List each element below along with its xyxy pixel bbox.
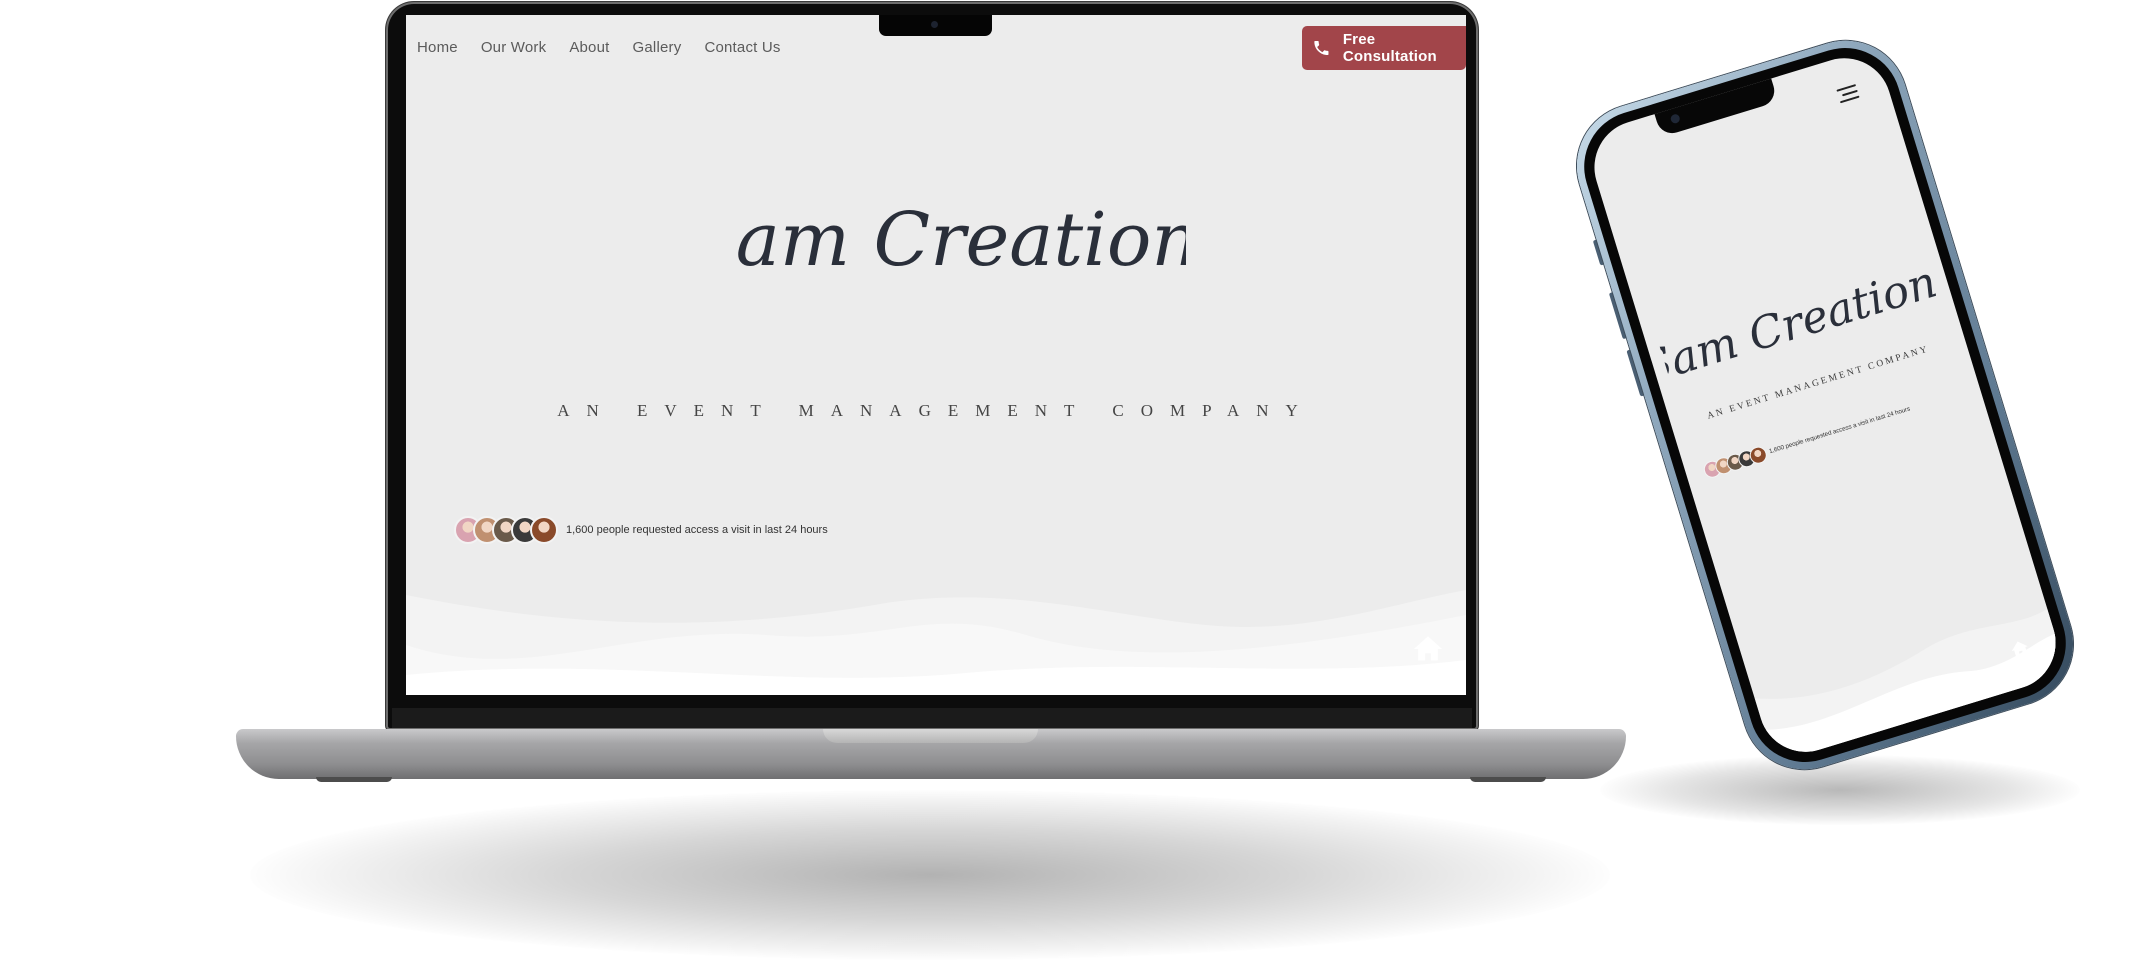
nav-item-home[interactable]: Home	[417, 39, 458, 56]
laptop-base-lip	[823, 729, 1038, 743]
main-nav: Home Our Work About Gallery Contact Us	[417, 39, 781, 56]
wave-decoration	[406, 590, 1466, 695]
avatar-stack	[454, 516, 558, 544]
nav-item-about[interactable]: About	[569, 39, 609, 56]
phone-brand-title: Sam Creations	[1653, 250, 1945, 395]
laptop-foot	[1470, 777, 1546, 782]
brand-title: Sam Creations	[736, 197, 1186, 283]
phone-avatar-stack	[1701, 444, 1769, 480]
nav-item-our-work[interactable]: Our Work	[481, 39, 547, 56]
phone-icon	[1314, 40, 1329, 56]
phone-floor-shadow	[1600, 755, 2080, 825]
laptop-foot	[316, 777, 392, 782]
laptop-chin	[392, 708, 1472, 728]
nav-item-gallery[interactable]: Gallery	[633, 39, 682, 56]
nav-item-contact-us[interactable]: Contact Us	[704, 39, 780, 56]
phone-mockup: Sam Creations AN EVENT MANAGEMENT COMPAN…	[1561, 25, 2089, 785]
free-consultation-button[interactable]: Free Consultation	[1302, 26, 1466, 70]
social-proof-text: 1,600 people requested access a visit in…	[566, 524, 828, 536]
phone-brand-script-logo: Sam Creations	[1653, 250, 1945, 395]
free-consultation-label: Free Consultation	[1342, 31, 1437, 65]
laptop-camera-notch	[879, 15, 992, 36]
social-proof: 1,600 people requested access a visit in…	[454, 516, 828, 544]
tagline: AN EVENT MANAGEMENT COMPANY	[557, 401, 1315, 420]
laptop-screen: Home Our Work About Gallery Contact Us F…	[406, 15, 1466, 695]
laptop-floor-shadow	[250, 790, 1610, 960]
hamburger-menu-icon[interactable]	[1836, 84, 1860, 104]
home-icon[interactable]	[1411, 632, 1445, 666]
phone-social-proof-text: 1,600 people requested access a visit in…	[1768, 405, 1912, 456]
avatar	[530, 516, 558, 544]
brand-script-logo: Sam Creations	[736, 197, 1186, 283]
